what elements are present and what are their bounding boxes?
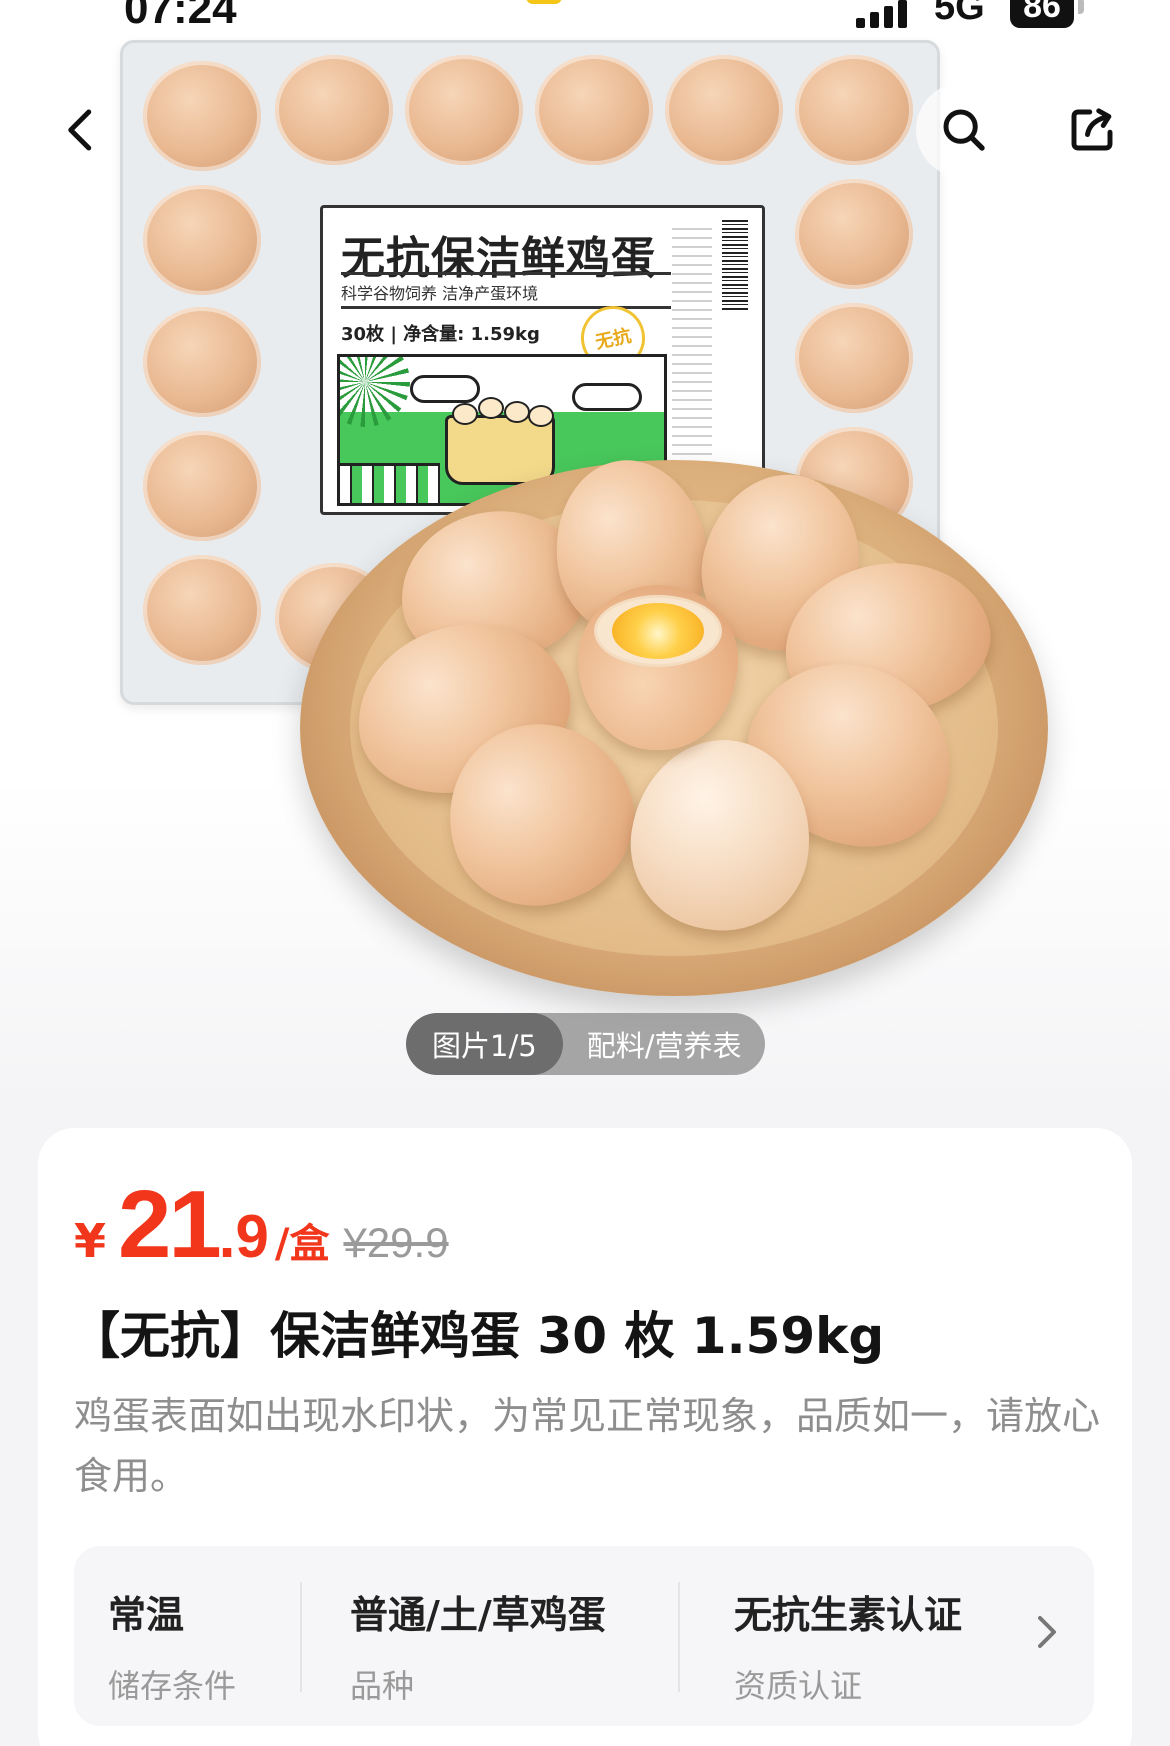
share-button[interactable]	[1044, 82, 1140, 178]
yolk-image	[612, 603, 704, 659]
battery-level: 86	[1023, 0, 1061, 25]
attribute-key: 资质认证	[734, 1667, 863, 1705]
package-label-spec: 30枚 | 净含量: 1.59kg	[341, 324, 540, 345]
product-title: 【无抗】保洁鲜鸡蛋 30 枚 1.59kg	[70, 1307, 885, 1365]
package-label-subtitle: 科学谷物饲养 洁净产蛋环境	[341, 284, 539, 303]
attribute-divider	[678, 1582, 680, 1692]
price-unit: /盒	[274, 1221, 330, 1267]
attribute-divider	[300, 1582, 302, 1692]
product-description: 鸡蛋表面如出现水印状，为常见正常现象，品质如一，请放心食用。	[74, 1394, 1101, 1498]
attribute-key: 品种	[350, 1667, 415, 1705]
chevron-left-icon	[68, 109, 92, 151]
label-fine-print	[672, 228, 712, 488]
attribute-value: 常温	[108, 1593, 185, 1637]
attribute-variety: 普通/土/草鸡蛋 品种	[350, 1584, 606, 1707]
attributes-panel[interactable]: 常温 储存条件 普通/土/草鸡蛋 品种 无抗生素认证 资质认证	[74, 1546, 1094, 1726]
back-button[interactable]	[34, 82, 130, 178]
product-info-card: ¥ 21 .9 /盒 ¥29.9 【无抗】保洁鲜鸡蛋 30 枚 1.59kg 鸡…	[38, 1128, 1132, 1746]
currency-symbol: ¥	[74, 1214, 107, 1268]
attribute-key: 储存条件	[108, 1667, 237, 1705]
battery-tip	[1078, 0, 1084, 14]
tab-images[interactable]: 图片1/5	[406, 1013, 563, 1075]
barcode-icon	[722, 220, 748, 310]
battery-icon: 86	[1010, 0, 1074, 28]
package-label-title: 无抗保洁鲜鸡蛋	[341, 233, 656, 284]
chevron-right-icon[interactable]	[1022, 1608, 1070, 1656]
sun-icon	[340, 357, 410, 427]
status-time: 07:24	[124, 0, 237, 33]
price-decimal: .9	[218, 1203, 269, 1270]
attribute-value: 普通/土/草鸡蛋	[350, 1593, 606, 1637]
search-button[interactable]	[916, 82, 1012, 178]
attribute-value: 无抗生素认证	[734, 1593, 963, 1637]
original-price: ¥29.9	[343, 1219, 449, 1266]
share-icon	[1071, 108, 1113, 151]
signal-icon	[856, 0, 916, 28]
status-indicator-dot	[526, 0, 562, 4]
tab-nutrition[interactable]: 配料/营养表	[563, 1013, 766, 1075]
attribute-storage: 常温 储存条件	[108, 1584, 236, 1707]
price-integer: 21	[118, 1171, 222, 1278]
price-row: ¥ 21 .9 /盒 ¥29.9	[74, 1170, 449, 1278]
attribute-certification: 无抗生素认证 资质认证	[734, 1584, 962, 1707]
search-icon	[943, 109, 985, 151]
image-pager: 图片1/5 配料/营养表	[406, 1013, 766, 1075]
network-type: 5G	[934, 0, 985, 28]
